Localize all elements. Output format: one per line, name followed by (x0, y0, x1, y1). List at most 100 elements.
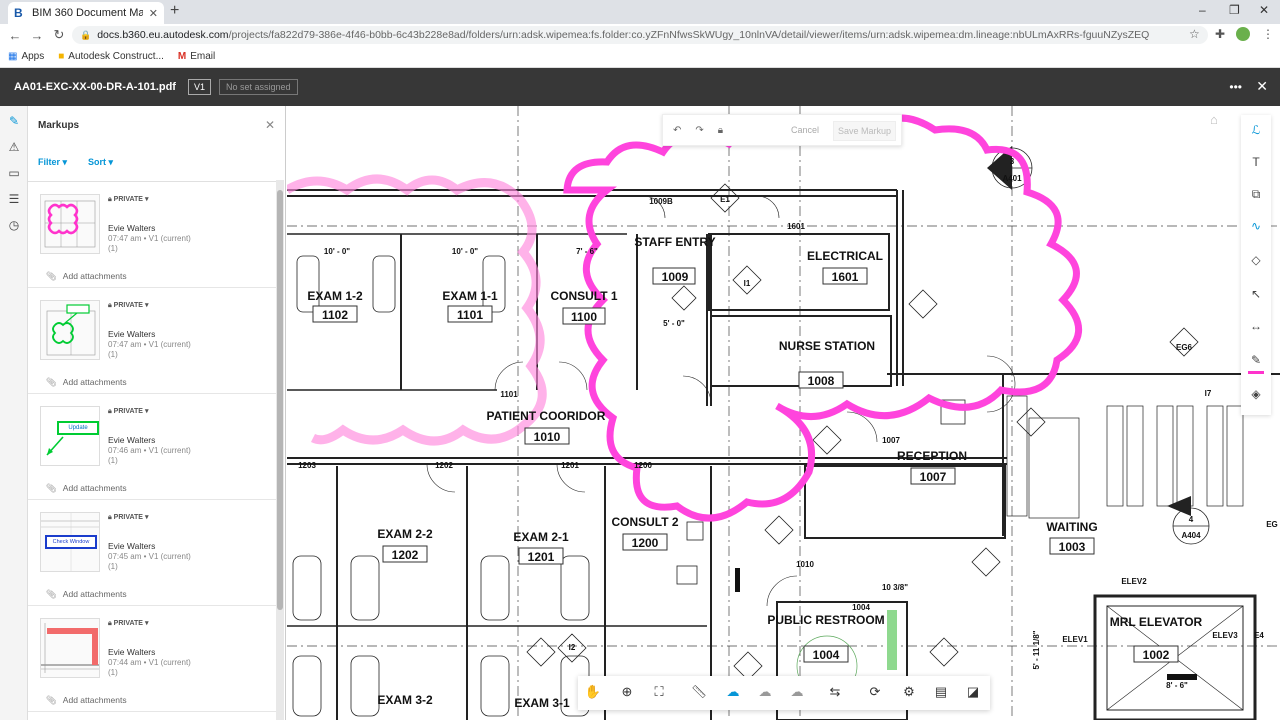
dimension-tool-icon[interactable]: ↔ (1248, 319, 1264, 335)
version-badge[interactable]: V1 (187, 79, 211, 95)
history-icon[interactable]: ◷ (6, 218, 22, 234)
cloud-tool-icon[interactable]: ∿ (1248, 219, 1264, 235)
browser-menu-icon[interactable]: ⋮ (1262, 27, 1274, 41)
markup-cloud-icon[interactable]: ☁ (724, 684, 742, 702)
visibility-label: PRIVATE (113, 302, 143, 309)
fit-view-icon[interactable]: ⛶ (650, 684, 668, 702)
window-close-icon[interactable]: ✕ (1259, 3, 1269, 17)
measure-icon[interactable]: 📏︎ (690, 684, 708, 702)
tag-label: E1 (720, 195, 730, 204)
close-tab-icon[interactable]: ✕ (149, 7, 158, 20)
tag-label: EG (1266, 520, 1278, 529)
add-attachments-link[interactable]: 📎︎ Add attachments (46, 271, 127, 282)
browser-tab[interactable]: B BIM 360 Document Management ✕ (8, 2, 164, 24)
visibility-badge[interactable]: 🔒︎ PRIVATE ▾ (108, 619, 148, 628)
bookmark-autodesk[interactable]: ■ Autodesk Construct... (58, 51, 164, 62)
markup-list-icon[interactable]: ☁ (788, 684, 806, 702)
visibility-badge[interactable]: 🔒︎ PRIVATE ▾ (108, 407, 148, 416)
close-viewer-icon[interactable]: ✕ (1256, 78, 1268, 95)
save-markup-button[interactable]: Save Markup (833, 121, 897, 141)
left-tool-rail: ✎ ⚠ ▭ ☰ ◷ (0, 106, 28, 720)
issues-icon[interactable]: ⚠ (6, 140, 22, 156)
arrow-tool-icon[interactable]: ↖ (1248, 287, 1264, 303)
undo-icon[interactable]: ↶ (673, 125, 681, 136)
markup-thumbnail: Check Window (40, 512, 100, 572)
drawing-canvas[interactable]: EXAM 1-2 1102 EXAM 1-1 1101 CONSULT 1 11… (287, 106, 1280, 720)
room-number: 1201 (528, 550, 555, 564)
reload-icon[interactable]: ↻ (48, 27, 70, 43)
tag-label: 1010 (796, 560, 814, 569)
visibility-badge[interactable]: 🔒︎ PRIVATE ▾ (108, 301, 148, 310)
markup-meta: 07:47 am • V1 (current) (108, 340, 191, 349)
chevron-down-icon: ▾ (144, 408, 149, 415)
text-tool-icon[interactable]: T (1248, 155, 1264, 171)
bookmark-apps[interactable]: ▦ Apps (8, 51, 44, 62)
bookmark-label: Autodesk Construct... (68, 51, 164, 62)
settings-gear-icon[interactable]: ⚙ (900, 684, 918, 702)
markups-panel: Markups ✕ Filter ▾ Sort ▾ 🔒︎ PRIVATE ▾ E… (28, 106, 286, 720)
cancel-button[interactable]: Cancel (791, 125, 819, 135)
markup-visibility-icon[interactable]: 🔒︎ (718, 125, 723, 136)
extensions-icon[interactable]: ✚ (1215, 27, 1225, 41)
compare-icon[interactable]: ⇆ (826, 684, 844, 702)
visibility-label: PRIVATE (113, 408, 143, 415)
list-item[interactable]: Update 🔒︎ PRIVATE ▾ Evie Walters 07:46 a… (28, 394, 278, 500)
room-number: 1202 (392, 548, 419, 562)
add-attachments-link[interactable]: 📎︎ Add attachments (46, 589, 127, 600)
panel-scrollbar[interactable] (276, 180, 284, 720)
visibility-label: PRIVATE (113, 196, 143, 203)
fullscreen-icon[interactable]: ◪ (964, 684, 982, 702)
hide-markups-icon[interactable]: ☁ (756, 684, 774, 702)
dimension-label: 5' - 11 1/8" (1032, 630, 1041, 669)
close-panel-icon[interactable]: ✕ (265, 118, 275, 132)
list-item[interactable]: Check Window 🔒︎ PRIVATE ▾ Evie Walters 0… (28, 500, 278, 606)
add-attachments-link[interactable]: 📎︎ Add attachments (46, 483, 127, 494)
pan-hand-icon[interactable]: ✋ (584, 684, 602, 702)
tag-label: 1201 (561, 461, 579, 470)
list-item[interactable]: 🔒︎ PRIVATE ▾ Evie Walters 07:47 am • V1 … (28, 182, 278, 288)
properties-icon[interactable]: ▤ (932, 684, 950, 702)
bookmark-star-icon[interactable]: ☆ (1189, 27, 1200, 41)
forward-icon[interactable]: → (26, 28, 48, 43)
url-input[interactable]: 🔒 docs.b360.eu.autodesk.com/projects/fa8… (72, 26, 1208, 44)
comments-icon[interactable]: ▭ (6, 166, 22, 182)
zoom-window-icon[interactable]: ⊕ (618, 684, 636, 702)
room-name: EXAM 1-2 (307, 289, 363, 303)
bookmark-label: Apps (21, 51, 45, 62)
chevron-down-icon: ▾ (144, 514, 149, 521)
home-view-icon[interactable]: ⌂ (1210, 112, 1218, 127)
scrollbar-thumb[interactable] (277, 190, 283, 610)
callout-tool-icon[interactable]: ⧉ (1248, 187, 1264, 203)
add-attachments-link[interactable]: 📎︎ Add attachments (46, 377, 127, 388)
list-item[interactable]: 🔒︎ PRIVATE ▾ Evie Walters 07:44 am • V1 … (28, 606, 278, 712)
visibility-badge[interactable]: 🔒︎ PRIVATE ▾ (108, 513, 148, 522)
restore-icon[interactable]: ❐ (1229, 3, 1240, 17)
freehand-pen-icon[interactable]: ℒ (1248, 123, 1264, 139)
shape-tool-icon[interactable]: ◇ (1248, 253, 1264, 269)
sort-button[interactable]: Sort ▾ (88, 157, 113, 168)
gmail-icon: M (177, 51, 187, 62)
paperclip-icon: 📎︎ (46, 271, 57, 281)
fill-color-icon[interactable]: ◈ (1248, 387, 1264, 403)
minimize-icon[interactable]: – (1199, 3, 1206, 17)
markup-thumbnail: Update (40, 406, 100, 466)
new-tab-icon[interactable]: + (170, 2, 179, 20)
rotate-icon[interactable]: ⟳ (866, 684, 884, 702)
more-options-icon[interactable]: ••• (1229, 80, 1242, 94)
add-attachments-link[interactable]: 📎︎ Add attachments (46, 695, 127, 706)
back-icon[interactable]: ← (4, 28, 26, 43)
room-name: PATIENT COORIDOR (487, 409, 606, 423)
visibility-badge[interactable]: 🔒︎ PRIVATE ▾ (108, 195, 148, 204)
stroke-color-icon[interactable]: ✎ (1248, 353, 1264, 369)
url-path: /projects/fa822d79-386e-4f46-b0bb-6c43b2… (228, 29, 1150, 41)
list-item[interactable]: 🔒︎ PRIVATE ▾ Evie Walters 07:47 am • V1 … (28, 288, 278, 394)
filter-button[interactable]: Filter ▾ (38, 157, 67, 168)
profile-avatar[interactable] (1236, 27, 1250, 41)
set-selector[interactable]: No set assigned (219, 79, 298, 95)
document-info-icon[interactable]: ☰ (6, 192, 22, 208)
tag-label: 1601 (787, 222, 805, 231)
bookmark-email[interactable]: M Email (178, 51, 215, 62)
redo-icon[interactable]: ↷ (695, 125, 703, 136)
markup-meta: 07:44 am • V1 (current) (108, 658, 191, 667)
markups-icon[interactable]: ✎ (6, 114, 22, 130)
